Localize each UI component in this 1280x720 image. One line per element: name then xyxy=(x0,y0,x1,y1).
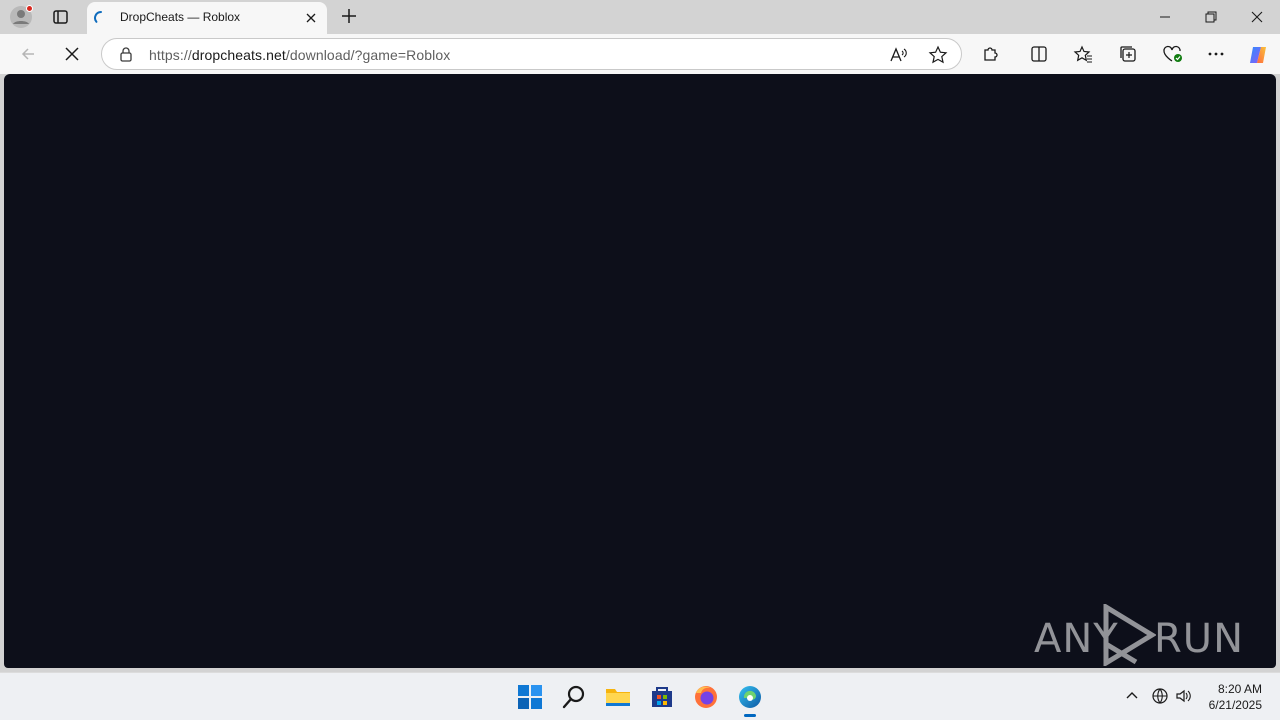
read-aloud-icon[interactable] xyxy=(888,45,908,65)
plus-icon[interactable] xyxy=(338,5,360,27)
restore-button[interactable] xyxy=(1188,0,1234,34)
start-icon[interactable] xyxy=(514,681,546,713)
notification-dot xyxy=(26,5,33,12)
clock-time: 8:20 AM xyxy=(1217,682,1262,696)
address-bar[interactable]: https://dropcheats.net/download/?game=Ro… xyxy=(101,38,962,70)
title-bar: DropCheats — Roblox xyxy=(0,0,1280,34)
url-path: /download/?game=Roblox xyxy=(285,47,451,63)
search-icon[interactable] xyxy=(558,681,590,713)
anyrun-watermark: ANY RUN xyxy=(1034,604,1243,666)
profile-icon[interactable] xyxy=(9,5,33,29)
stop-x-icon[interactable] xyxy=(58,40,86,68)
heart-pulse-icon[interactable] xyxy=(1162,44,1182,64)
edge-icon[interactable] xyxy=(734,681,766,717)
volume-icon[interactable] xyxy=(1175,687,1193,705)
puzzle-icon[interactable] xyxy=(981,44,1001,64)
clock-date: 6/21/2025 xyxy=(1208,698,1262,712)
url-host: dropcheats.net xyxy=(191,47,286,63)
close-tab-icon[interactable] xyxy=(303,10,319,26)
url-protocol: https:// xyxy=(149,47,192,63)
active-tab[interactable]: DropCheats — Roblox xyxy=(87,2,327,34)
network-icon[interactable] xyxy=(1151,687,1169,705)
lock-icon[interactable] xyxy=(118,46,134,62)
favorites-icon[interactable] xyxy=(1073,44,1093,64)
close-window-button[interactable] xyxy=(1234,0,1280,34)
page-content: ANY RUN xyxy=(4,74,1276,668)
play-logo-icon xyxy=(1103,604,1156,666)
copilot-icon[interactable] xyxy=(1247,44,1267,64)
taskbar: 8:20 AM 6/21/2025 xyxy=(0,672,1280,720)
ellipsis-icon[interactable] xyxy=(1206,44,1226,64)
chevron-up-icon[interactable] xyxy=(1123,687,1141,705)
browser-toolbar: https://dropcheats.net/download/?game=Ro… xyxy=(0,34,1280,74)
back-arrow-icon[interactable] xyxy=(14,40,42,68)
minimize-button[interactable] xyxy=(1142,0,1188,34)
system-clock[interactable]: 8:20 AM 6/21/2025 xyxy=(1209,681,1262,713)
firefox-icon[interactable] xyxy=(690,681,722,713)
collections-icon[interactable] xyxy=(1118,44,1138,64)
tab-actions-icon[interactable] xyxy=(46,5,74,29)
file-explorer-icon[interactable] xyxy=(602,681,634,713)
split-screen-icon[interactable] xyxy=(1029,44,1049,64)
url-text[interactable]: https://dropcheats.net/download/?game=Ro… xyxy=(149,47,450,63)
loading-spinner-icon xyxy=(93,10,109,26)
watermark-text-right: RUN xyxy=(1154,616,1244,662)
star-icon[interactable] xyxy=(928,45,948,65)
store-icon[interactable] xyxy=(646,681,678,713)
tab-title: DropCheats — Roblox xyxy=(120,10,241,24)
